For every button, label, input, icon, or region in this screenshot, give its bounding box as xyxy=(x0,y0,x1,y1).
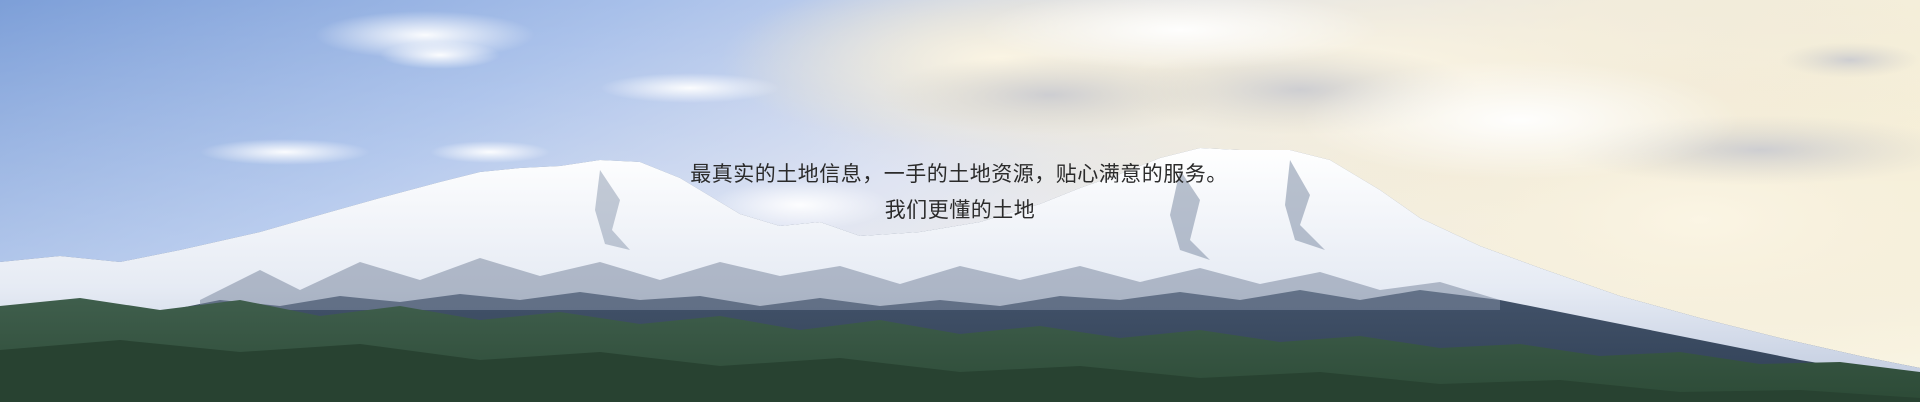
slogan: 最真实的土地信息，一手的土地资源，贴心满意的服务。 我们更懂的土地 xyxy=(0,156,1920,228)
slogan-line-1: 最真实的土地信息，一手的土地资源，贴心满意的服务。 xyxy=(690,162,1228,186)
hero-banner: 最真实的土地信息，一手的土地资源，贴心满意的服务。 我们更懂的土地 xyxy=(0,0,1920,406)
slogan-line-2: 我们更懂的土地 xyxy=(884,198,1036,222)
